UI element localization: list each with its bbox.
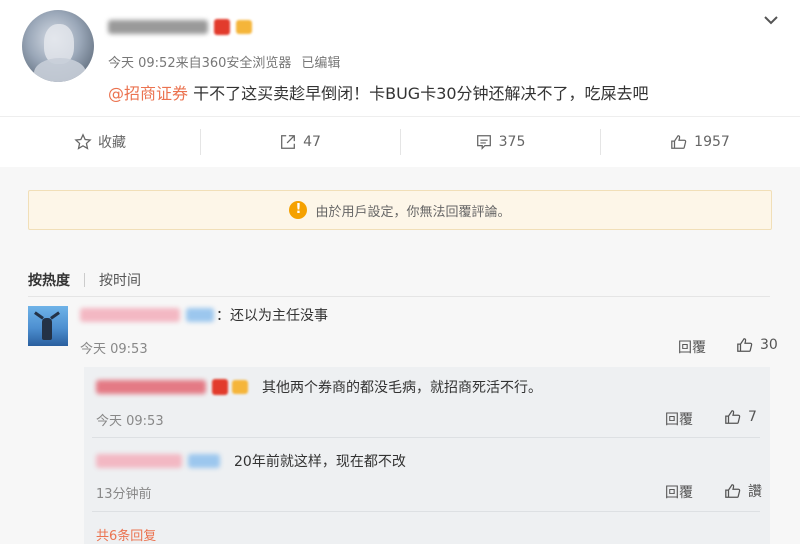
- verified-badge-icon: [212, 379, 228, 395]
- post-content: @招商证券 干不了这买卖趁早倒闭！卡BUG卡30分钟还解决不了，吃屎去吧: [108, 80, 649, 104]
- comment-count: 375: [498, 134, 526, 150]
- reply-text: 20年前就这样，现在都不改: [234, 454, 406, 470]
- reply-item: 20年前就这样，现在都不改: [96, 450, 406, 472]
- blurred-replier-badge: [188, 454, 220, 468]
- collect-button[interactable]: 收藏: [0, 117, 200, 167]
- notice-text: 由於用戶設定，你無法回覆評論。: [315, 204, 511, 220]
- post-time-source: 今天 09:52来自360安全浏览器: [108, 56, 292, 71]
- reply-like-button[interactable]: 7: [724, 408, 757, 426]
- username-blurred[interactable]: [108, 16, 252, 38]
- warning-icon: !: [289, 201, 308, 219]
- post-meta: 今天 09:52来自360安全浏览器 已编辑: [108, 52, 340, 71]
- thumbs-up-icon: [737, 338, 753, 352]
- reply-button[interactable]: 回覆: [678, 337, 706, 357]
- post-text: 干不了这买卖趁早倒闭！卡BUG卡30分钟还解决不了，吃屎去吧: [188, 84, 649, 103]
- thumbs-up-icon: [725, 410, 741, 424]
- sort-divider: [28, 296, 770, 297]
- thumbs-up-icon: [725, 484, 741, 498]
- sort-by-time[interactable]: 按时间: [99, 270, 141, 290]
- collect-label: 收藏: [98, 135, 126, 151]
- repost-count: 47: [303, 134, 321, 150]
- post-action-bar: 收藏 47 375 1957: [0, 116, 800, 168]
- chevron-down-icon[interactable]: [760, 10, 782, 30]
- edited-label: 已编辑: [301, 56, 341, 71]
- comment-like-count: 30: [760, 337, 778, 353]
- user-avatar[interactable]: [22, 10, 94, 82]
- comment-time: 今天 09:53: [80, 342, 148, 357]
- weibo-post: 今天 09:52来自360安全浏览器 已编辑 @招商证券 干不了这买卖趁早倒闭！卡…: [0, 0, 800, 116]
- like-button[interactable]: 1957: [600, 117, 800, 167]
- comment-button[interactable]: 375: [400, 117, 600, 167]
- reply-button[interactable]: 回覆: [665, 482, 693, 502]
- comment-text: ：还以为主任没事: [216, 308, 328, 324]
- comment-like-button[interactable]: 30: [736, 336, 778, 354]
- reply-divider: [92, 437, 760, 438]
- sort-by-hot[interactable]: 按热度: [28, 270, 70, 290]
- comment-disabled-notice: ! 由於用戶設定，你無法回覆評論。: [28, 190, 772, 230]
- sort-separator: [84, 273, 85, 287]
- reply-button[interactable]: 回覆: [665, 409, 693, 429]
- member-badge-icon: [236, 20, 252, 34]
- reply-divider: [92, 511, 760, 512]
- reply-item: 其他两个券商的都没毛病，就招商死活不行。: [96, 376, 542, 398]
- like-count: 1957: [694, 134, 730, 150]
- star-icon: [74, 133, 92, 150]
- reply-time: 今天 09:53: [96, 414, 164, 429]
- reply-like-count: 7: [748, 409, 757, 425]
- blurred-replier-name[interactable]: [96, 380, 206, 394]
- thumbs-up-icon: [671, 135, 687, 149]
- blurred-commenter-name[interactable]: [80, 308, 180, 322]
- blurred-replier-name[interactable]: [96, 454, 182, 468]
- comment-item: ：还以为主任没事: [80, 304, 328, 326]
- mention-link[interactable]: @招商证券: [108, 84, 188, 103]
- comment-icon: [476, 135, 491, 150]
- comment-sort: 按热度 按时间: [28, 270, 141, 290]
- reply-like-button[interactable]: 讚: [724, 481, 762, 501]
- repost-button[interactable]: 47: [200, 117, 400, 167]
- verified-badge-icon: [214, 19, 230, 35]
- more-replies-link[interactable]: 共6条回复: [96, 525, 156, 544]
- commenter-avatar[interactable]: [28, 306, 68, 346]
- blurred-username: [108, 20, 208, 34]
- reply-text: 其他两个券商的都没毛病，就招商死活不行。: [262, 380, 542, 396]
- blurred-commenter-badge: [186, 308, 214, 322]
- share-icon: [281, 135, 296, 149]
- reply-like-label: 讚: [748, 484, 762, 500]
- member-badge-icon: [232, 380, 248, 394]
- reply-time: 13分钟前: [96, 487, 152, 502]
